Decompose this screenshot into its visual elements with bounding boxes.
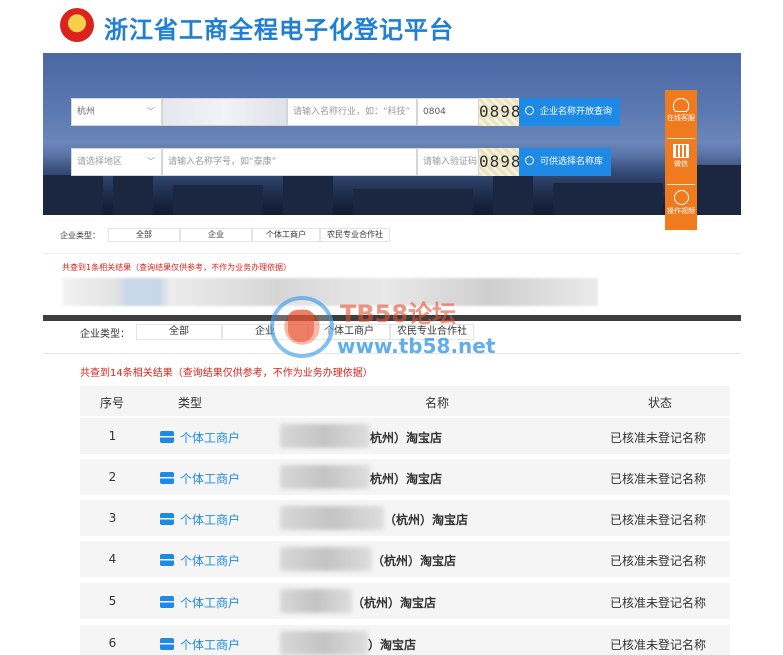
region-select-2[interactable]: 请选择地区 ﹀ (71, 148, 162, 176)
row-status: 已核准未登记名称 (610, 472, 707, 486)
tab-all[interactable]: 全部 (136, 324, 222, 340)
region-select[interactable]: 杭州 ﹀ (71, 98, 162, 126)
row-status: 已核准未登记名称 (610, 431, 707, 445)
tab-all[interactable]: 全部 (108, 228, 180, 242)
row-status: 已核准未登记名称 (610, 554, 707, 568)
chevron-down-icon: ﹀ (147, 157, 155, 166)
filter-label: 企业类型： (60, 230, 100, 240)
side-widget: 在线客服 微信 操作视频 (665, 90, 697, 230)
row-name[interactable]: （杭州）淘宝店 (352, 594, 436, 611)
shop-icon (160, 431, 174, 443)
header-status: 状态 (648, 396, 673, 410)
table-row[interactable]: 5 个体工商户 （杭州）淘宝店 已核准未登记名称 (80, 583, 730, 619)
row-number: 4 (108, 552, 117, 566)
row-number: 1 (108, 429, 117, 443)
divider (43, 253, 741, 254)
search-row-1: 杭州 ﹀ 请输入名称行业，如：“科技” 0804 0898 企业名称开放查询 (71, 98, 621, 126)
watermark-url: www.tb58.net (337, 334, 496, 358)
search-banner: 杭州 ﹀ 请输入名称行业，如：“科技” 0804 0898 企业名称开放查询 请选… (43, 53, 741, 215)
chevron-down-icon: ﹀ (147, 107, 155, 116)
table-row[interactable]: 1 个体工商户 杭州）淘宝店 已核准未登记名称 (80, 418, 730, 454)
row-type[interactable]: 个体工商户 (160, 511, 240, 528)
site-header: 浙江省工商全程电子化登记平台 (0, 0, 783, 52)
watermark-title: TB58论坛 (340, 300, 457, 328)
row-name[interactable]: （杭州）淘宝店 (384, 511, 468, 528)
row-status: 已核准未登记名称 (610, 513, 707, 527)
row-type[interactable]: 个体工商户 (160, 594, 240, 611)
result-count: 共查到14条相关结果（查询结果仅供参考，不作为业务办理依据） (80, 368, 373, 379)
header-type: 类型 (178, 396, 203, 410)
shop-icon (160, 596, 174, 608)
table-row[interactable]: 4 个体工商户 （杭州）淘宝店 已核准未登记名称 (80, 541, 730, 577)
shop-icon (160, 638, 174, 650)
name-keyword-input[interactable]: 请输入名称字号，如“泰康” (162, 148, 417, 176)
search-icon (525, 156, 534, 165)
row-type[interactable]: 个体工商户 (160, 552, 240, 569)
row-status: 已核准未登记名称 (610, 638, 707, 652)
shop-icon (160, 554, 174, 566)
filter-label: 企业类型： (80, 328, 130, 340)
shop-icon (160, 513, 174, 525)
tab-individual[interactable]: 个体工商户 (252, 228, 320, 242)
blurred-field (162, 98, 287, 126)
row-type[interactable]: 个体工商户 (160, 429, 240, 446)
play-icon (673, 190, 689, 205)
tab-cooperative[interactable]: 农民专业合作社 (320, 228, 390, 242)
row-name[interactable]: （杭州）淘宝店 (372, 552, 456, 569)
row-status: 已核准未登记名称 (610, 596, 707, 610)
video-tutorial-button[interactable]: 操作视频 (665, 186, 697, 230)
search-row-2: 请选择地区 ﹀ 请输入名称字号，如“泰康” 请输入验证码 0898 可供选择名称库 (71, 148, 612, 176)
wechat-button[interactable]: 微信 (665, 140, 697, 184)
header-no: 序号 (100, 396, 125, 410)
table-row[interactable]: 2 个体工商户 杭州）淘宝店 已核准未登记名称 (80, 459, 730, 495)
search-icon (525, 106, 534, 115)
qrcode-icon (673, 144, 689, 158)
blurred-name (280, 506, 384, 530)
blurred-name (280, 631, 368, 655)
row-number: 6 (108, 636, 117, 650)
blurred-name (280, 465, 370, 489)
captcha-input-2[interactable]: 请输入验证码 (417, 148, 479, 176)
enterprise-type-filter-top: 企业类型： 全部 企业 个体工商户 农民专业合作社 (60, 228, 390, 242)
shop-icon (160, 472, 174, 484)
blurred-name (280, 589, 352, 613)
headset-icon (673, 98, 689, 112)
captcha-input[interactable]: 0804 (417, 98, 479, 126)
result-count-top: 共查到1条相关结果（查询结果仅供参考，不作为业务办理依据） (62, 263, 292, 272)
table-row[interactable]: 6 个体工商户 ）淘宝店 已核准未登记名称 (80, 625, 730, 655)
row-number: 5 (108, 594, 117, 608)
table-row[interactable]: 3 个体工商户 （杭州）淘宝店 已核准未登记名称 (80, 500, 730, 536)
row-number: 3 (108, 511, 117, 525)
national-emblem-icon (60, 8, 94, 42)
row-name[interactable]: ）淘宝店 (368, 636, 416, 653)
industry-keyword-input[interactable]: 请输入名称行业，如：“科技” (287, 98, 417, 126)
captcha-image-2[interactable]: 0898 (479, 148, 521, 176)
tab-enterprise[interactable]: 企业 (180, 228, 252, 242)
blurred-name (280, 547, 372, 571)
online-service-button[interactable]: 在线客服 (665, 94, 697, 138)
captcha-image[interactable]: 0898 (479, 98, 521, 126)
hand-icon (288, 310, 314, 342)
site-title: 浙江省工商全程电子化登记平台 (104, 16, 454, 44)
row-name[interactable]: 杭州）淘宝店 (370, 429, 442, 446)
blurred-name (280, 424, 370, 448)
header-name: 名称 (425, 396, 450, 410)
open-name-query-button[interactable]: 企业名称开放查询 (519, 98, 621, 126)
page: 浙江省工商全程电子化登记平台 杭州 ﹀ 请输入名称行业，如：“科技” 0804 0… (0, 0, 783, 655)
row-type[interactable]: 个体工商户 (160, 470, 240, 487)
row-number: 2 (108, 470, 117, 484)
name-library-button[interactable]: 可供选择名称库 (519, 148, 612, 176)
row-type[interactable]: 个体工商户 (160, 636, 240, 653)
row-name[interactable]: 杭州）淘宝店 (370, 470, 442, 487)
results-table-header: 序号 类型 名称 状态 (80, 386, 730, 416)
blurred-result-row (63, 278, 598, 306)
